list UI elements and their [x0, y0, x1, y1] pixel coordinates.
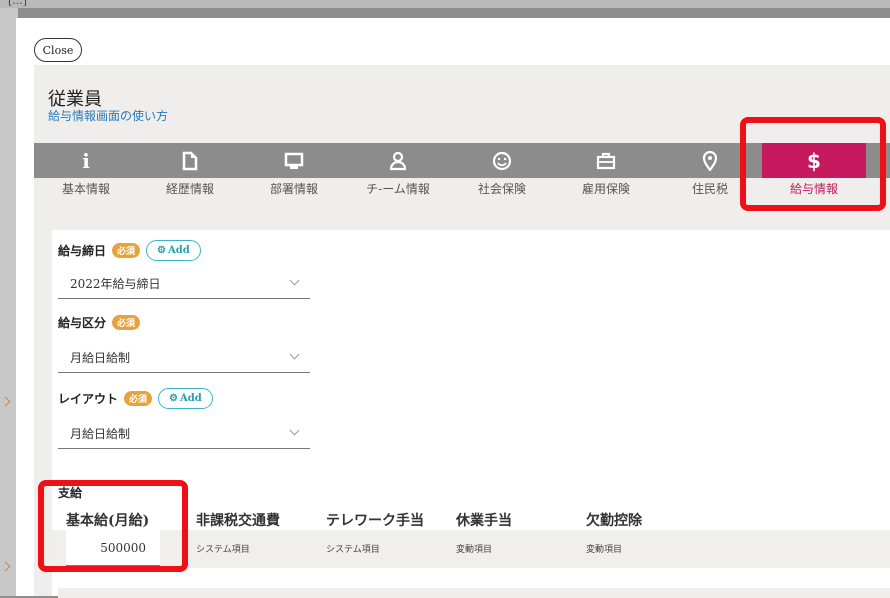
next-section-placeholder [58, 588, 890, 598]
tab-label: チ-ーム情報 [366, 182, 430, 196]
close-button[interactable]: Close [34, 38, 82, 62]
pay-close-label-row: 給与締日 必須 ⚙ Add [58, 240, 201, 261]
tab-basic-info[interactable]: i 基本情報 [34, 143, 138, 197]
required-badge: 必須 [112, 243, 141, 258]
chevron-down-icon [289, 275, 300, 286]
payment-header: 休業手当 [456, 513, 512, 529]
smiley-icon [492, 151, 512, 170]
add-label: Add [180, 393, 202, 404]
pay-close-value: 2022年給与締日 [70, 277, 161, 291]
info-icon: i [82, 148, 90, 173]
tab-career-info[interactable]: 経歴情報 [138, 143, 242, 197]
briefcase-icon [596, 152, 616, 169]
tab-label: 住民税 [691, 182, 728, 196]
layout-label: レイアウト [58, 392, 119, 406]
payment-cell: 変動項目 [456, 545, 493, 555]
payment-cell: 変動項目 [586, 545, 623, 555]
pay-class-value: 月給日給制 [70, 351, 131, 365]
help-link[interactable]: 給与情報画面の使い方 [48, 107, 168, 124]
chevron-down-icon [289, 349, 300, 360]
map-pin-icon [702, 150, 718, 171]
layout-value: 月給日給制 [70, 427, 131, 441]
required-badge: 必須 [124, 391, 153, 406]
chevron-right-icon [0, 561, 11, 572]
tab-label: 部署情報 [269, 182, 318, 196]
pay-close-add-button[interactable]: ⚙ Add [146, 240, 201, 261]
tab-label: 基本情報 [61, 182, 110, 196]
tab-bar: i 基本情報 経歴情報 部署情報 チ-ーム情報 社会保険 雇用保険 住民税 $ … [34, 143, 890, 197]
add-label: Add [168, 245, 190, 256]
tab-label: 経歴情報 [165, 182, 214, 196]
payment-header: 基本給(月給) [66, 513, 150, 529]
monitor-icon [284, 152, 304, 169]
employee-modal: Close 従業員 給与情報画面の使い方 i 基本情報 経歴情報 部署情報 チ-… [16, 18, 890, 598]
tab-label: 社会保険 [477, 182, 526, 196]
tab-social-insurance[interactable]: 社会保険 [450, 143, 554, 197]
payment-header: 欠勤控除 [586, 513, 642, 529]
pay-close-select[interactable]: 2022年給与締日 [58, 268, 310, 299]
tab-resident-tax[interactable]: 住民税 [658, 143, 762, 197]
layout-select[interactable]: 月給日給制 [58, 418, 310, 449]
tab-employment-insurance[interactable]: 雇用保険 [554, 143, 658, 197]
payment-header: テレワーク手当 [326, 513, 424, 529]
pay-class-label: 給与区分 [58, 316, 107, 330]
document-icon [182, 151, 198, 170]
payment-section-title: 支給 [58, 486, 83, 500]
required-badge: 必須 [112, 315, 141, 330]
base-salary-input[interactable]: 500000 [66, 530, 160, 566]
background-text: [...] [8, 0, 28, 7]
payment-cell: システム項目 [196, 545, 250, 555]
tab-team-info[interactable]: チ-ーム情報 [346, 143, 450, 197]
payment-header: 非課税交通費 [196, 513, 280, 529]
pay-close-label: 給与締日 [58, 244, 107, 258]
background-app-strip: [...] [0, 0, 890, 8]
salary-form: 給与締日 必須 ⚙ Add 2022年給与締日 給与区分 必須 月給日給制 レイア… [52, 230, 890, 598]
tab-label: 給与情報 [789, 182, 838, 196]
pay-class-label-row: 給与区分 必須 [58, 314, 141, 331]
tab-salary-info[interactable]: $ 給与情報 [762, 143, 866, 197]
dollar-icon: $ [807, 148, 821, 173]
chevron-right-icon [0, 396, 11, 407]
tab-label: 雇用保険 [581, 182, 630, 196]
layout-add-button[interactable]: ⚙ Add [158, 388, 213, 409]
gear-icon: ⚙ [169, 393, 178, 404]
gear-icon: ⚙ [157, 245, 166, 256]
pay-class-select[interactable]: 月給日給制 [58, 342, 310, 373]
chevron-down-icon [289, 425, 300, 436]
employee-panel: 従業員 給与情報画面の使い方 i 基本情報 経歴情報 部署情報 チ-ーム情報 社… [34, 65, 890, 598]
layout-label-row: レイアウト 必須 ⚙ Add [58, 388, 213, 409]
person-icon [389, 151, 407, 170]
tab-department-info[interactable]: 部署情報 [242, 143, 346, 197]
payment-cell: システム項目 [326, 545, 380, 555]
